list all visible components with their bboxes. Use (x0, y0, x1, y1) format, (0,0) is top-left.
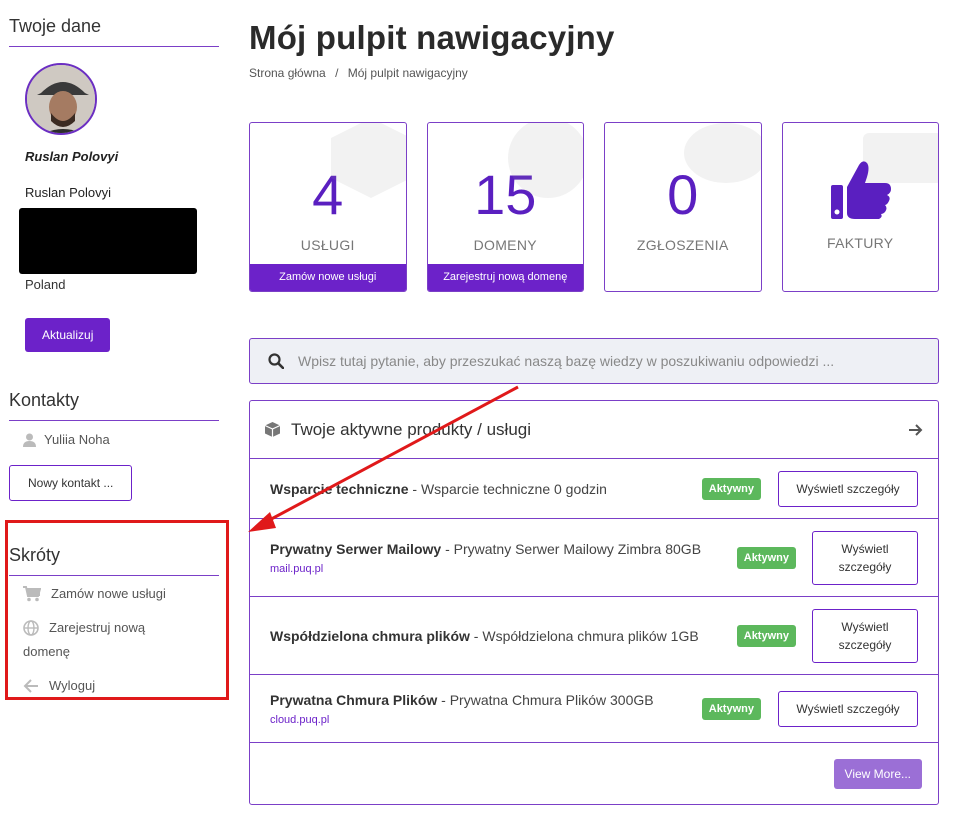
knowledgebase-search[interactable] (249, 338, 939, 384)
product-row[interactable]: Prywatny Serwer Mailowy - Prywatny Serwe… (250, 519, 938, 597)
tile-invoices[interactable]: FAKTURY (781, 122, 939, 292)
view-details-button[interactable]: Wyświetl szczegóły (778, 470, 918, 507)
thumbs-up-icon (830, 161, 891, 219)
invoices-label: FAKTURY (827, 235, 894, 251)
button-label-line2: szczegóły (838, 559, 892, 574)
product-row[interactable]: Prywatna Chmura Plików - Prywatna Chmura… (250, 675, 938, 743)
profile-name: Ruslan Polovyi (25, 185, 111, 200)
tickets-label: ZGŁOSZENIA (636, 237, 729, 253)
product-description: - Współdzielona chmura plików 1GB (469, 627, 699, 644)
contacts-section-title: Kontakty (9, 372, 219, 421)
main-content: Mój pulpit nawigacyjny Strona główna / M… (249, 0, 939, 805)
products-title: Twoje aktywne produkty / usługi (291, 419, 532, 439)
redacted-address-block (19, 208, 197, 274)
globe-icon (508, 123, 584, 198)
products-footer: View More... (250, 743, 938, 804)
product-row[interactable]: Wsparcie techniczne - Wsparcie techniczn… (250, 459, 938, 519)
breadcrumb: Strona główna / Mój pulpit nawigacyjny (249, 66, 939, 80)
tile-tickets[interactable]: 0 ZGŁOSZENIA (604, 122, 762, 292)
avatar (25, 63, 97, 135)
contact-name: Yuliia Noha (44, 432, 110, 447)
update-profile-button[interactable]: Aktualizuj (25, 318, 111, 352)
breadcrumb-current: Mój pulpit nawigacyjny (347, 66, 468, 80)
product-description: - Wsparcie techniczne 0 godzin (408, 480, 607, 497)
tile-services[interactable]: 4 USŁUGI Zamów nowe usługi (249, 122, 407, 292)
status-badge: Aktywny (701, 697, 761, 720)
avatar-photo-icon (27, 65, 95, 133)
product-domain[interactable]: cloud.puq.pl (270, 714, 702, 726)
button-label-line1: Wyświetl (841, 619, 889, 634)
profile-country: Poland (25, 277, 66, 292)
active-products-panel: Twoje aktywne produkty / usługi Wsparcie… (249, 400, 939, 805)
search-input[interactable] (298, 353, 938, 369)
view-details-button[interactable]: Wyświetl szczegóły (812, 530, 918, 585)
stat-tiles: 4 USŁUGI Zamów nowe usługi 15 DOMENY Zar… (249, 122, 939, 292)
tile-domains[interactable]: 15 DOMENY Zarejestruj nową domenę (426, 122, 584, 292)
services-label: USŁUGI (300, 237, 355, 253)
search-icon (268, 353, 284, 369)
profile-name-highlight: Ruslan Polovyi (25, 149, 119, 164)
product-description: - Prywatny Serwer Mailowy Zimbra 80GB (441, 540, 702, 557)
user-icon (23, 433, 36, 447)
view-details-button[interactable]: Wyświetl szczegóły (812, 608, 918, 663)
status-badge: Aktywny (701, 477, 761, 500)
button-label-line1: Wyświetl (841, 541, 889, 556)
product-description: - Prywatna Chmura Plików 300GB (437, 691, 654, 708)
register-domain-link[interactable]: Zarejestruj nową domenę (427, 264, 583, 291)
product-name: Współdzielona chmura plików (270, 627, 470, 644)
view-details-button[interactable]: Wyświetl szczegóły (778, 690, 918, 727)
product-name: Prywatny Serwer Mailowy (270, 540, 442, 557)
contact-item[interactable]: Yuliia Noha (23, 432, 219, 447)
button-label-line2: szczegóły (838, 637, 892, 652)
status-badge: Aktywny (736, 546, 796, 569)
product-domain[interactable]: mail.puq.pl (270, 563, 737, 575)
breadcrumb-home[interactable]: Strona główna (249, 66, 326, 80)
product-name: Prywatna Chmura Plików (270, 691, 438, 708)
breadcrumb-separator: / (335, 66, 339, 80)
products-header: Twoje aktywne produkty / usługi (250, 401, 938, 459)
cube-icon (264, 422, 281, 437)
domains-label: DOMENY (473, 237, 537, 253)
product-name: Wsparcie techniczne (270, 480, 409, 497)
status-badge: Aktywny (736, 624, 796, 647)
product-row[interactable]: Współdzielona chmura plików - Współdziel… (250, 597, 938, 675)
highlight-box (5, 520, 229, 700)
comments-icon (683, 123, 761, 183)
cube-icon (330, 123, 406, 198)
arrow-right-icon[interactable] (908, 423, 924, 437)
new-contact-button[interactable]: Nowy kontakt ... (9, 465, 133, 501)
view-more-button[interactable]: View More... (833, 758, 922, 789)
order-services-link[interactable]: Zamów nowe usługi (250, 264, 406, 291)
profile-section-title: Twoje dane (9, 0, 219, 47)
page-title: Mój pulpit nawigacyjny (249, 19, 615, 56)
